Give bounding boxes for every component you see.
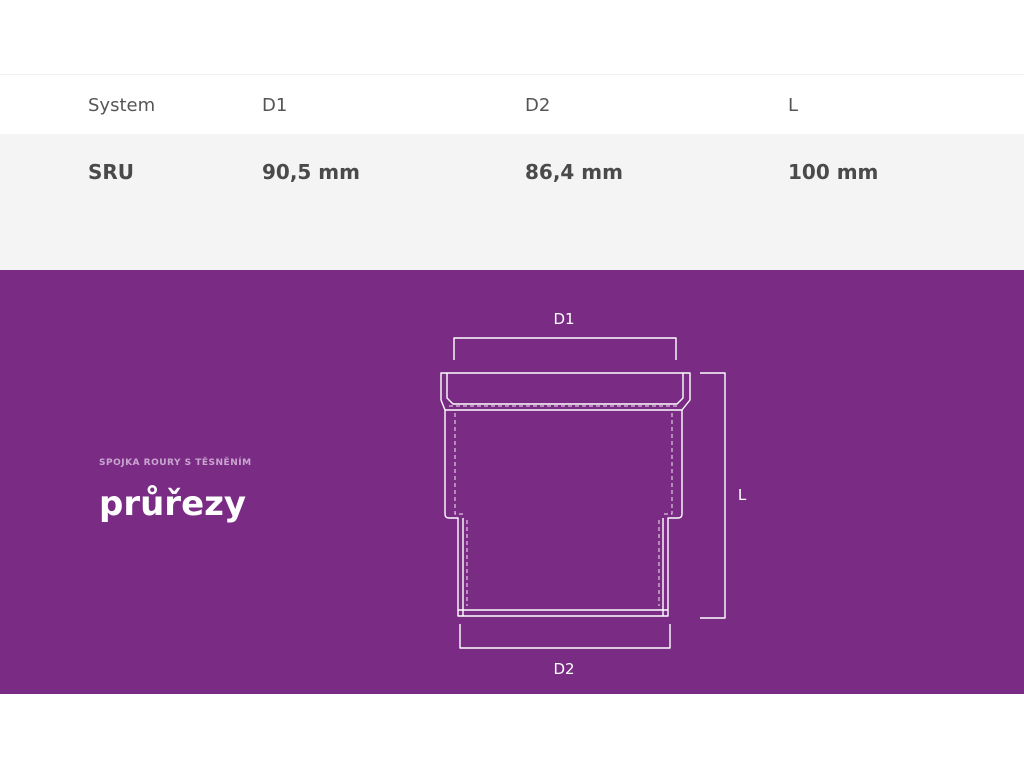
spec-table: System D1 D2 L SRU 90,5 mm 86,4 mm 100 m… <box>0 74 1024 270</box>
header-d1: D1 <box>262 95 288 116</box>
label-d1: D1 <box>553 310 574 328</box>
header-d2: D2 <box>525 95 551 116</box>
cell-d2: 86,4 mm <box>525 160 623 184</box>
hidden-line-right <box>662 413 673 515</box>
d2-dimension-line <box>459 624 671 649</box>
l-dimension-line <box>700 372 726 619</box>
table-header-row: System D1 D2 L <box>0 74 1024 135</box>
d1-dimension-line <box>453 337 677 360</box>
label-l: L <box>738 486 747 504</box>
socket-rim-line <box>446 373 684 405</box>
cell-system: SRU <box>88 160 135 184</box>
hidden-line-left <box>454 413 465 515</box>
header-system: System <box>88 95 156 116</box>
coupling-cross-section-drawing: D1 L D2 <box>440 310 747 678</box>
cross-section-panel: SPOJKA ROURY S TĚSNĚNÍM průřezy D1 L D2 <box>0 270 1024 694</box>
label-d2: D2 <box>553 660 574 678</box>
cell-l: 100 mm <box>788 160 879 184</box>
header-l: L <box>788 95 799 116</box>
table-row: SRU 90,5 mm 86,4 mm 100 mm <box>0 134 1024 270</box>
cell-d1: 90,5 mm <box>262 160 360 184</box>
